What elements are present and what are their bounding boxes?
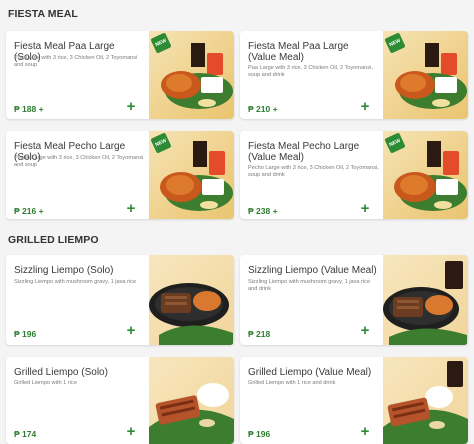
add-to-cart-button[interactable]: + — [359, 201, 371, 216]
add-to-cart-button[interactable]: + — [125, 424, 137, 439]
item-price: ₱ 174 — [14, 429, 37, 439]
menu-card-fiesta-pecho-solo[interactable]: Fiesta Meal Pecho Large (Solo) Pecho Lar… — [6, 131, 234, 219]
item-description: Grilled Liempo with 1 rice — [14, 380, 77, 386]
item-description: Paa Large with 3 rice, 3 Chicken Oil, 2 … — [248, 65, 373, 78]
add-to-cart-button[interactable]: + — [125, 201, 137, 216]
item-price: ₱ 218 — [248, 329, 271, 339]
add-to-cart-button[interactable]: + — [125, 323, 137, 338]
item-description: Paa Large with 3 rice, 3 Chicken Oil, 2 … — [14, 55, 138, 68]
item-price: ₱ 196 — [248, 429, 271, 439]
item-description: Sizzling Liempo with mushroom gravy, 1 j… — [14, 279, 137, 285]
item-description: Pecho Large with 3 rice, 3 Chicken Oil, … — [14, 155, 144, 168]
menu-card-sizzling-liempo-value[interactable]: Sizzling Liempo (Value Meal) Sizzling Li… — [240, 255, 468, 345]
item-name: Grilled Liempo (Solo) — [14, 367, 108, 378]
menu-card-fiesta-paa-solo[interactable]: Fiesta Meal Paa Large (Solo) Paa Large w… — [6, 31, 234, 119]
item-name: Grilled Liempo (Value Meal) — [248, 367, 372, 378]
menu-card-grilled-liempo-solo[interactable]: Grilled Liempo (Solo) Grilled Liempo wit… — [6, 357, 234, 444]
chicken-meal-photo: NEW — [149, 31, 234, 119]
menu-card-fiesta-paa-value[interactable]: Fiesta Meal Paa Large (Value Meal) Paa L… — [240, 31, 468, 119]
menu-card-grilled-liempo-value[interactable]: Grilled Liempo (Value Meal) Grilled Liem… — [240, 357, 468, 444]
grilled-liempo-photo — [383, 357, 468, 444]
item-description: Pecho Large with 3 rice, 3 Chicken Oil, … — [248, 165, 379, 178]
menu-card-sizzling-liempo-solo[interactable]: Sizzling Liempo (Solo) Sizzling Liempo w… — [6, 255, 234, 345]
grilled-liempo-photo — [149, 357, 234, 444]
item-name: Sizzling Liempo (Solo) — [14, 265, 114, 276]
sizzling-liempo-photo — [149, 255, 234, 345]
add-to-cart-button[interactable]: + — [359, 99, 371, 114]
section-title-grilled-liempo: GRILLED LIEMPO — [8, 234, 99, 246]
menu-card-fiesta-pecho-value[interactable]: Fiesta Meal Pecho Large (Value Meal) Pec… — [240, 131, 468, 219]
chicken-meal-photo: NEW — [383, 131, 468, 219]
item-description: Grilled Liempo with 1 rice and drink — [248, 380, 336, 386]
item-price: ₱ 210 + — [248, 104, 278, 114]
add-to-cart-button[interactable]: + — [359, 424, 371, 439]
item-price: ₱ 196 — [14, 329, 37, 339]
item-price: ₱ 216 + — [14, 206, 44, 216]
add-to-cart-button[interactable]: + — [359, 323, 371, 338]
sizzling-liempo-photo — [383, 255, 468, 345]
item-name: Sizzling Liempo (Value Meal) — [248, 265, 377, 276]
item-price: ₱ 238 + — [248, 206, 278, 216]
item-name: Fiesta Meal Paa Large (Value Meal) — [248, 41, 349, 63]
chicken-meal-photo: NEW — [149, 131, 234, 219]
add-to-cart-button[interactable]: + — [125, 99, 137, 114]
item-description: Sizzling Liempo with mushroom gravy, 1 j… — [248, 279, 371, 292]
section-title-fiesta-meal: FIESTA MEAL — [8, 8, 78, 20]
chicken-meal-photo: NEW — [383, 31, 468, 119]
item-name: Fiesta Meal Pecho Large (Value Meal) — [248, 141, 360, 163]
item-price: ₱ 188 + — [14, 104, 44, 114]
